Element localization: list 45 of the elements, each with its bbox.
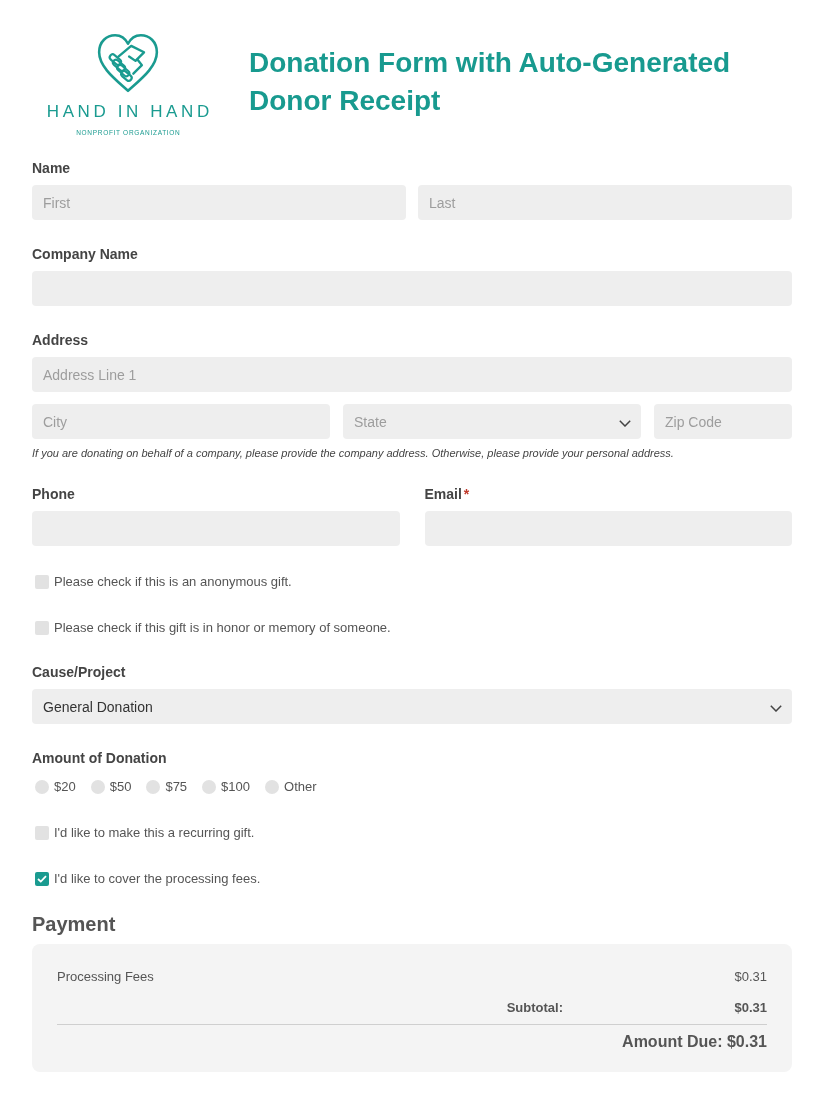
checkbox[interactable]: [35, 621, 49, 635]
radio-button[interactable]: [202, 780, 217, 794]
radio-button[interactable]: [265, 780, 280, 794]
line-item-label: Processing Fees: [57, 969, 154, 985]
required-asterisk: *: [463, 486, 470, 503]
radio-label[interactable]: $20: [54, 779, 76, 795]
field-label: Name: [32, 160, 71, 177]
checkbox-label[interactable]: I'd like to cover the processing fees.: [54, 871, 261, 887]
checkbox[interactable]: [35, 826, 49, 840]
chevron-down-icon: [770, 705, 782, 712]
radio-button[interactable]: [146, 780, 161, 794]
field-label: Email: [424, 486, 462, 503]
radio-button[interactable]: [35, 780, 49, 794]
subtotal-label: Subtotal:: [506, 1000, 563, 1016]
radio-label[interactable]: Other: [284, 779, 317, 795]
heart-handshake-icon: [97, 33, 159, 93]
checkmark-icon: [37, 875, 47, 883]
field-label: Amount of Donation: [32, 750, 167, 767]
payment-heading: Payment: [32, 912, 116, 936]
radio-label[interactable]: $75: [165, 779, 188, 795]
checkbox-label[interactable]: Please check if this gift is in honor or memory of someone.: [54, 620, 391, 636]
form-title: Donation Form with Auto-Generated Donor Receipt: [249, 46, 732, 118]
field-label: Cause/Project: [32, 664, 126, 681]
input-field[interactable]: Last: [418, 185, 792, 220]
input-field[interactable]: City: [32, 404, 330, 439]
dropdown-field[interactable]: General Donation: [32, 689, 792, 724]
radio-label[interactable]: $100: [221, 779, 251, 795]
checkbox-label[interactable]: I'd like to make this a recurring gift.: [54, 825, 255, 841]
chevron-down-icon: [619, 420, 631, 427]
input-field[interactable]: Zip Code: [654, 404, 792, 439]
amount-due-total: Amount Due: $0.31: [622, 1032, 767, 1052]
input-field[interactable]: First: [32, 185, 406, 220]
field-label: Phone: [32, 486, 75, 503]
radio-label[interactable]: $50: [109, 779, 132, 795]
checkbox-label[interactable]: Please check if this is an anonymous gift.: [54, 574, 292, 590]
hint-text: If you are donating on behalf of a company, please provide the company address. Otherwise, please provide your personal address.: [32, 447, 674, 460]
input-field[interactable]: Address Line 1: [32, 357, 792, 392]
field-label: Company Name: [32, 246, 138, 263]
checkbox[interactable]: [35, 575, 49, 589]
radio-button[interactable]: [90, 780, 105, 794]
checkbox[interactable]: [35, 872, 49, 886]
line-item-amount: $0.31: [734, 969, 767, 985]
logo-wordmark: HAND IN HAND: [46, 102, 213, 122]
field-label: Address: [32, 332, 89, 349]
subtotal-amount: $0.31: [733, 1000, 767, 1016]
